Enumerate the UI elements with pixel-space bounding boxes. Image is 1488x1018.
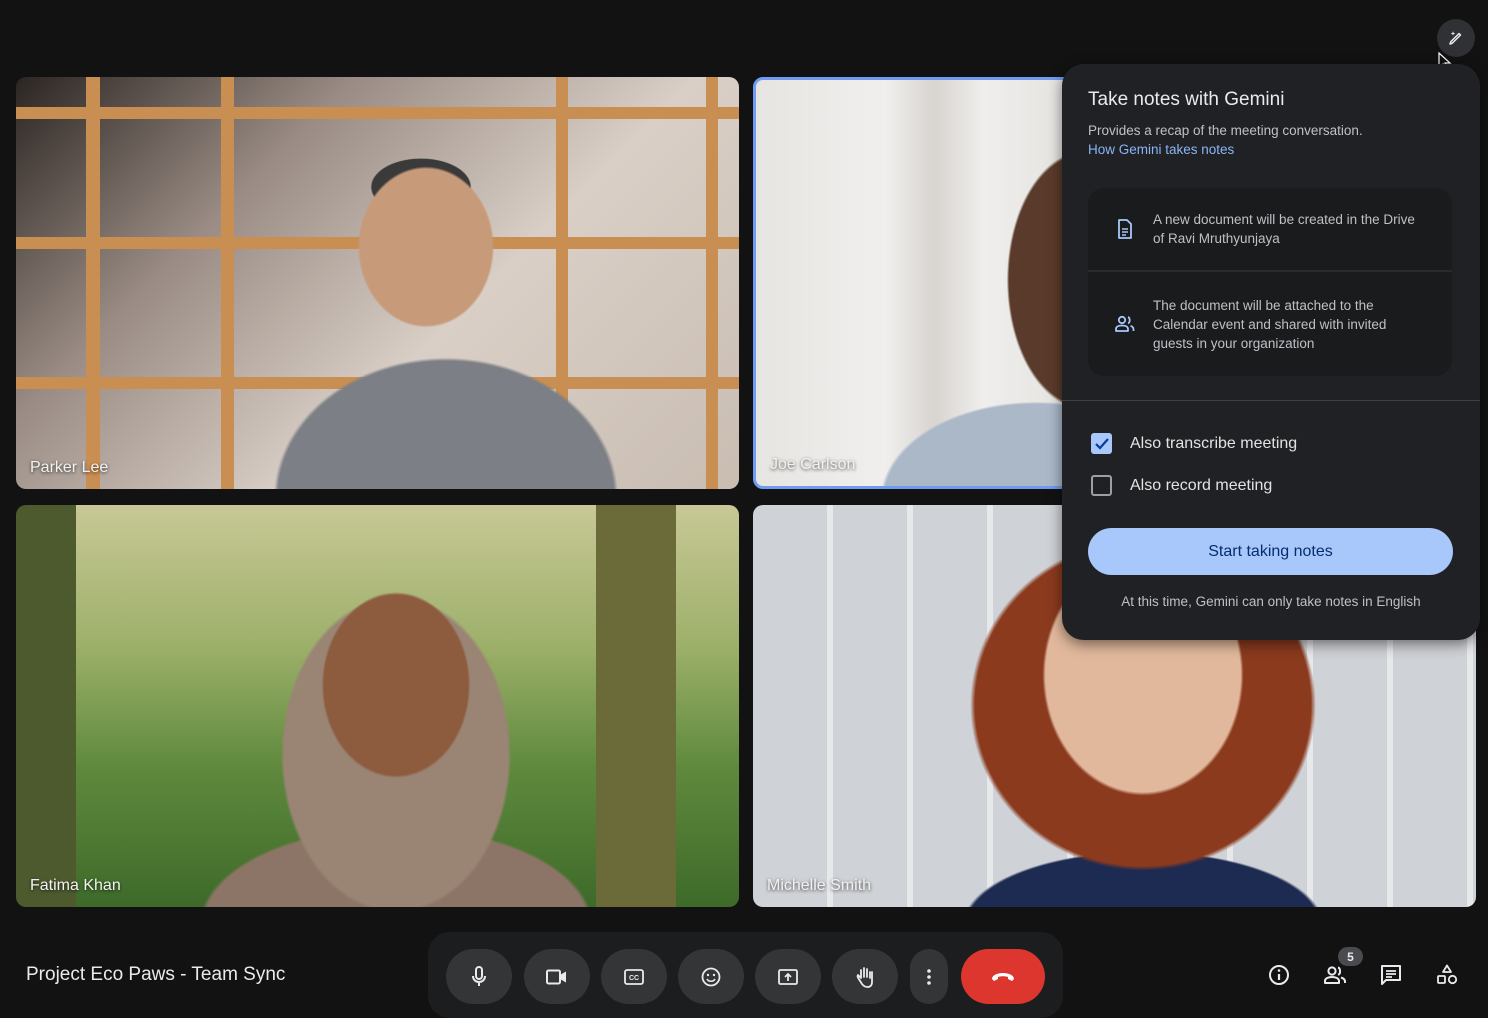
- camera-button[interactable]: [524, 949, 590, 1004]
- emoji-icon: [701, 967, 721, 986]
- more-vertical-icon: [927, 968, 931, 985]
- participant-name: Joe Carlson: [770, 456, 856, 473]
- activities-button[interactable]: [1434, 962, 1460, 988]
- checkmark-icon: [1094, 437, 1109, 450]
- svg-text:CC: CC: [629, 975, 639, 982]
- video-tile-joe-carlson[interactable]: Joe Carlson: [753, 77, 1083, 489]
- call-controls: CC: [428, 932, 1063, 1018]
- divider: [1062, 400, 1480, 401]
- info-card: A new document will be created in the Dr…: [1088, 188, 1452, 376]
- gemini-notes-panel: Take notes with Gemini Provides a recap …: [1062, 64, 1480, 640]
- gemini-pen-sparkle-icon: [1449, 31, 1462, 45]
- video-tile-fatima-khan[interactable]: Fatima Khan: [16, 505, 739, 907]
- mic-icon: [472, 965, 486, 986]
- chat-button[interactable]: [1378, 962, 1404, 988]
- record-checkbox-row[interactable]: Also record meeting: [1091, 475, 1272, 496]
- activities-icon: [1437, 964, 1458, 985]
- info-text: A new document will be created in the Dr…: [1153, 212, 1415, 246]
- info-text: The document will be attached to the Cal…: [1153, 297, 1387, 351]
- transcribe-label: Also transcribe meeting: [1130, 434, 1298, 452]
- panel-title: Take notes with Gemini: [1088, 89, 1285, 110]
- panel-description: Provides a recap of the meeting conversa…: [1088, 123, 1363, 138]
- info-row-sharing: The document will be attached to the Cal…: [1088, 272, 1452, 376]
- raise-hand-button[interactable]: [832, 949, 898, 1004]
- captions-button[interactable]: CC: [601, 949, 667, 1004]
- info-row-document: A new document will be created in the Dr…: [1088, 188, 1452, 272]
- start-taking-notes-button[interactable]: Start taking notes: [1088, 528, 1453, 575]
- participant-name: Michelle Smith: [767, 877, 872, 894]
- hang-up-icon: [992, 972, 1014, 981]
- chat-icon: [1381, 965, 1401, 985]
- microphone-button[interactable]: [446, 949, 512, 1004]
- people-icon: [1114, 313, 1136, 335]
- participant-name: Parker Lee: [30, 459, 109, 476]
- more-options-button[interactable]: [910, 949, 948, 1004]
- people-count-badge: 5: [1338, 947, 1363, 966]
- captions-icon: CC: [624, 968, 644, 985]
- present-screen-button[interactable]: [755, 949, 821, 1004]
- transcribe-checkbox-row[interactable]: Also transcribe meeting: [1091, 433, 1297, 454]
- reactions-button[interactable]: [678, 949, 744, 1004]
- present-screen-icon: [778, 968, 798, 985]
- how-gemini-takes-notes-link[interactable]: How Gemini takes notes: [1088, 140, 1454, 159]
- record-label: Also record meeting: [1130, 476, 1273, 494]
- document-icon: [1114, 218, 1136, 240]
- people-icon: [1324, 966, 1346, 984]
- camera-icon: [546, 969, 566, 984]
- record-checkbox[interactable]: [1091, 475, 1112, 496]
- info-icon: [1269, 965, 1289, 985]
- meeting-title: Project Eco Paws - Team Sync: [26, 964, 286, 985]
- participant-name: Fatima Khan: [30, 877, 121, 894]
- video-tile-parker-lee[interactable]: Parker Lee: [16, 77, 739, 489]
- people-button[interactable]: [1322, 962, 1348, 988]
- transcribe-checkbox[interactable]: [1091, 433, 1112, 454]
- panel-footnote: At this time, Gemini can only take notes…: [1121, 594, 1421, 609]
- leave-call-button[interactable]: [961, 949, 1045, 1004]
- meeting-details-button[interactable]: [1266, 962, 1292, 988]
- hand-icon: [856, 966, 873, 988]
